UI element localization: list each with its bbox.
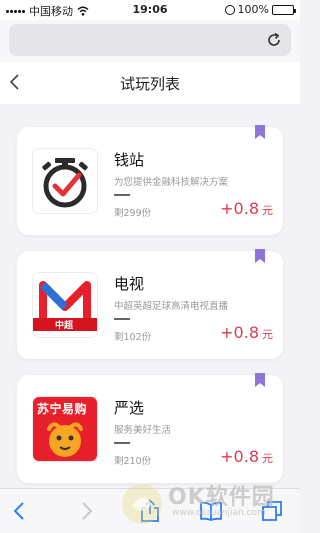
icon-badge-text: 中超: [55, 321, 74, 331]
card-reward: +0.8 元: [220, 199, 273, 218]
forward-arrow-icon[interactable]: [74, 499, 98, 523]
reward-amount: +0.8: [220, 199, 259, 218]
status-bar: 中国移动 19:06 100%: [0, 0, 300, 20]
reward-unit: 元: [262, 204, 273, 217]
task-card[interactable]: 中超 电视 中超英超足球高清电视直播 剩102份 +0.8 元: [17, 249, 283, 359]
card-divider: [114, 318, 130, 320]
reward-unit: 元: [262, 328, 273, 341]
card-remaining: 剩210份: [114, 456, 152, 467]
card-divider: [114, 442, 130, 444]
reward-amount: +0.8: [220, 447, 259, 466]
bookmark-icon: [255, 373, 265, 387]
reload-icon[interactable]: [265, 31, 283, 49]
battery-icon: [272, 4, 296, 15]
card-remaining: 剩102份: [114, 332, 152, 343]
task-card[interactable]: 苏宁易购 严选 服务美好生活 剩210份 +0.8 元: [17, 373, 283, 483]
card-description: 为您提供金融科技解决方案: [114, 177, 229, 188]
bookmark-icon: [255, 249, 265, 263]
card-divider: [114, 194, 130, 196]
card-description: 服务美好生活: [114, 425, 172, 436]
bookmarks-icon[interactable]: [199, 499, 223, 523]
tabs-icon[interactable]: [260, 499, 284, 523]
reward-amount: +0.8: [220, 323, 259, 342]
card-title: 严选: [114, 399, 145, 417]
bottom-toolbar: [0, 488, 300, 533]
browser-bar: [0, 20, 300, 62]
card-title: 电视: [114, 275, 145, 293]
card-remaining: 剩299份: [114, 208, 152, 219]
bookmark-icon: [255, 125, 265, 139]
stopwatch-check-icon: [33, 149, 97, 213]
rotation-lock-icon: [224, 4, 235, 15]
back-arrow-icon[interactable]: [8, 499, 32, 523]
card-title: 钱站: [114, 151, 145, 169]
suning-lion-icon: 苏宁易购: [33, 397, 97, 461]
battery-percent: 100%: [237, 3, 269, 16]
card-reward: +0.8 元: [220, 323, 273, 342]
reward-unit: 元: [262, 452, 273, 465]
share-icon[interactable]: [138, 499, 162, 523]
address-field[interactable]: [9, 24, 291, 56]
status-right: 100%: [224, 3, 296, 16]
page-header: 试玩列表: [0, 62, 300, 104]
card-description: 中超英超足球高清电视直播: [114, 301, 229, 312]
tv-m-logo-icon: 中超: [33, 273, 97, 337]
card-reward: +0.8 元: [220, 447, 273, 466]
page-title: 试玩列表: [119, 75, 180, 93]
task-card[interactable]: 钱站 为您提供金融科技解决方案 剩299份 +0.8 元: [17, 125, 283, 235]
